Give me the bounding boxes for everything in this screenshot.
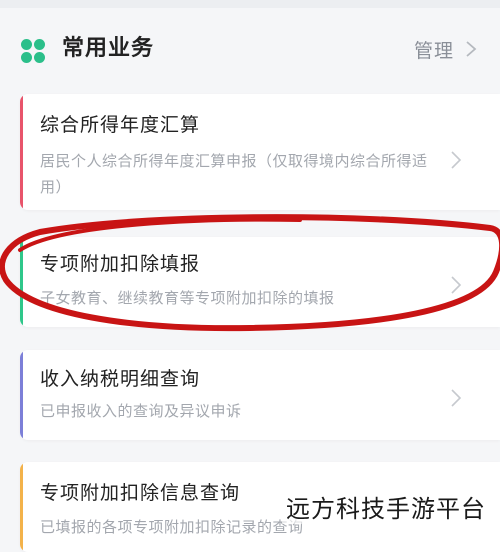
manage-label: 管理 (413, 39, 454, 62)
watermark: 远方科技手游平台 (282, 489, 490, 524)
manage-button[interactable]: 管理 (414, 34, 478, 64)
card-accent-bar (20, 237, 23, 327)
card-accent-bar (20, 462, 23, 552)
section-title: 常用业务 (62, 36, 155, 61)
card-annual-tax-settlement[interactable]: 综合所得年度汇算 居民个人综合所得年度汇算申报（仅取得境内综合所得适用） (20, 94, 500, 210)
card-title: 收入纳税明细查询 (40, 368, 201, 390)
chevron-right-icon (451, 151, 462, 169)
card-title: 综合所得年度汇算 (40, 114, 201, 136)
card-accent-bar (20, 94, 23, 210)
section-header: 常用业务 管理 (0, 8, 500, 86)
card-accent-bar (20, 350, 23, 440)
chevron-right-icon (451, 389, 462, 407)
chevron-right-icon (466, 41, 477, 57)
chevron-right-icon (451, 276, 462, 294)
card-description: 居民个人综合所得年度汇算申报（仅取得境内综合所得适用） (40, 152, 428, 196)
card-income-tax-detail-query[interactable]: 收入纳税明细查询 已申报收入的查询及异议申诉 (20, 350, 500, 440)
top-strip (0, 0, 500, 8)
card-title: 专项附加扣除填报 (40, 253, 201, 275)
card-description: 子女教育、继续教育等专项附加扣除的填报 (40, 289, 335, 307)
card-description: 已申报收入的查询及异议申诉 (40, 402, 242, 420)
four-dots-icon (21, 39, 45, 63)
card-special-deduction-filing[interactable]: 专项附加扣除填报 子女教育、继续教育等专项附加扣除的填报 (20, 237, 500, 327)
card-title: 专项附加扣除信息查询 (40, 482, 241, 504)
